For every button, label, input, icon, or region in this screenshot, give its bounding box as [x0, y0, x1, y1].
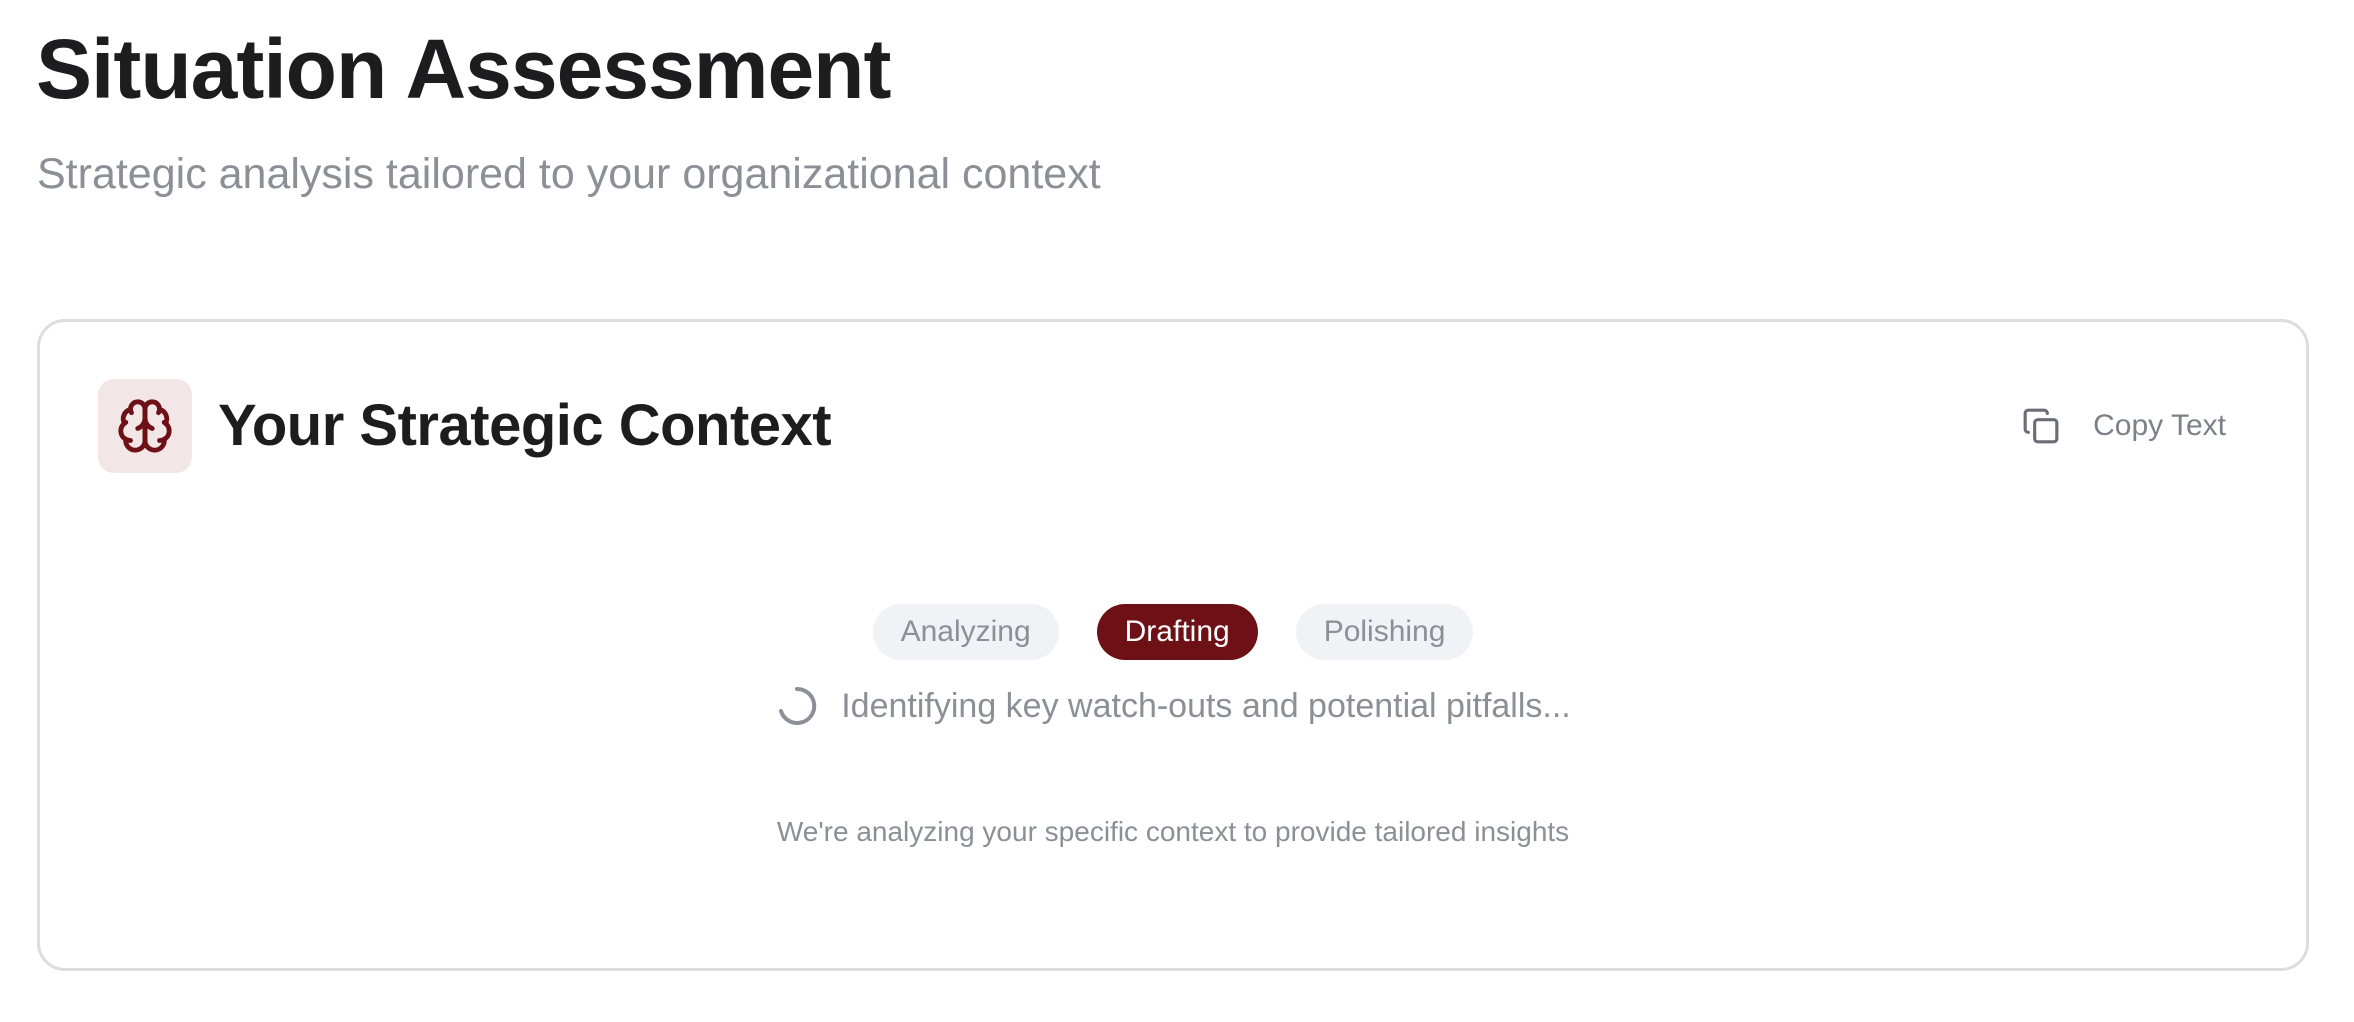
page: Situation Assessment Strategic analysis …	[0, 0, 2354, 1022]
hint-text: We're analyzing your specific context to…	[776, 816, 1570, 847]
status-line: Identifying key watch-outs and potential…	[40, 682, 2306, 730]
copy-text-label: Copy Text	[2093, 409, 2226, 442]
step-drafting: Drafting	[1096, 604, 1258, 660]
loading-spinner-icon	[775, 684, 819, 728]
copy-icon	[2021, 406, 2061, 446]
brain-icon	[98, 379, 192, 473]
card-title: Your Strategic Context	[218, 393, 832, 458]
page-title: Situation Assessment	[36, 22, 891, 116]
step-polishing: Polishing	[1295, 604, 1474, 660]
copy-text-button[interactable]: Copy Text	[2021, 402, 2226, 450]
page-subtitle: Strategic analysis tailored to your orga…	[37, 150, 1101, 198]
step-analyzing: Analyzing	[872, 604, 1059, 660]
progress-steps: Analyzing Drafting Polishing	[40, 604, 2306, 660]
strategic-context-card: Your Strategic Context Copy Text Analyzi…	[37, 319, 2309, 971]
status-text: Identifying key watch-outs and potential…	[841, 687, 1571, 725]
